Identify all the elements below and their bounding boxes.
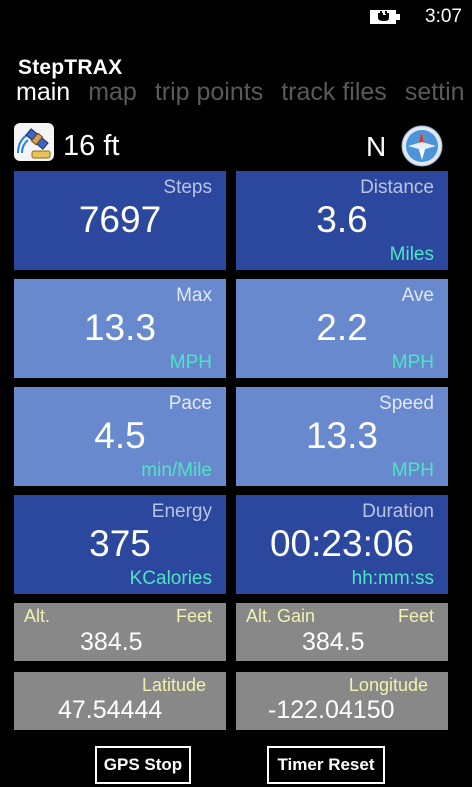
altitude-gain-unit: Feet [397, 606, 434, 626]
pivot-item-trip-points[interactable]: trip points [155, 78, 263, 107]
speed-value: 13.3 [305, 415, 378, 456]
altitude-unit: Feet [175, 606, 212, 626]
pace-unit: min/Mile [141, 460, 212, 481]
pace-label: Pace [168, 393, 212, 414]
max-label: Max [176, 285, 212, 306]
latitude-label: Latitude [141, 675, 206, 695]
distance-unit: Miles [389, 244, 434, 265]
average-speed-tile: Ave 2.2 MPH [236, 279, 448, 378]
longitude-value: -122.04150 [268, 696, 395, 724]
gps-accuracy: 16 ft [63, 130, 120, 162]
duration-unit: hh:mm:ss [351, 568, 434, 589]
altitude-label: Alt. [24, 606, 51, 626]
altitude-gain-value: 384.5 [302, 628, 365, 656]
app-title: StepTRAX [18, 56, 123, 79]
longitude-tile: Longitude -122.04150 [236, 672, 448, 730]
status-bar: 3:07 [0, 0, 472, 34]
altitude-tile: Alt. Feet 384.5 [14, 603, 226, 661]
duration-tile: Duration 00:23:06 hh:mm:ss [236, 495, 448, 594]
max-value: 13.3 [83, 307, 156, 348]
ave-label: Ave [401, 285, 434, 306]
speed-tile: Speed 13.3 MPH [236, 387, 448, 486]
energy-value: 375 [89, 523, 151, 564]
steps-label: Steps [163, 177, 212, 198]
pace-tile: Pace 4.5 min/Mile [14, 387, 226, 486]
max-speed-tile: Max 13.3 MPH [14, 279, 226, 378]
pivot-item-main[interactable]: main [16, 78, 70, 107]
pivot-item-track-files[interactable]: track files [281, 78, 387, 107]
pivot-header: main map trip points track files settin [16, 78, 472, 107]
distance-label: Distance [360, 177, 434, 198]
max-unit: MPH [169, 352, 212, 373]
gps-satellite-icon[interactable] [14, 123, 54, 161]
heading-direction: N [366, 131, 387, 162]
battery-charging-icon [370, 10, 400, 24]
energy-label: Energy [151, 501, 212, 522]
duration-label: Duration [362, 501, 434, 522]
gps-stop-button[interactable]: GPS Stop [95, 746, 191, 784]
steps-tile: Steps 7697 [14, 171, 226, 270]
distance-tile: Distance 3.6 Miles [236, 171, 448, 270]
pivot-item-map[interactable]: map [88, 78, 137, 107]
speed-label: Speed [379, 393, 434, 414]
pivot-item-settings[interactable]: settin [405, 78, 465, 107]
ave-value: 2.2 [316, 307, 368, 348]
latitude-tile: Latitude 47.54444 [14, 672, 226, 730]
timer-reset-button[interactable]: Timer Reset [267, 746, 385, 784]
altitude-gain-label: Alt. Gain [246, 606, 316, 626]
altitude-value: 384.5 [80, 628, 143, 656]
pace-value: 4.5 [94, 415, 146, 456]
clock: 3:07 [425, 6, 462, 27]
energy-tile: Energy 375 KCalories [14, 495, 226, 594]
longitude-label: Longitude [348, 675, 428, 695]
speed-unit: MPH [391, 460, 434, 481]
steps-value: 7697 [78, 199, 162, 240]
duration-value: 00:23:06 [269, 523, 415, 564]
altitude-gain-tile: Alt. Gain Feet 384.5 [236, 603, 448, 661]
distance-value: 3.6 [316, 199, 368, 240]
ave-unit: MPH [391, 352, 434, 373]
energy-unit: KCalories [129, 568, 212, 589]
latitude-value: 47.54444 [58, 696, 163, 724]
compass-icon[interactable] [401, 125, 443, 167]
